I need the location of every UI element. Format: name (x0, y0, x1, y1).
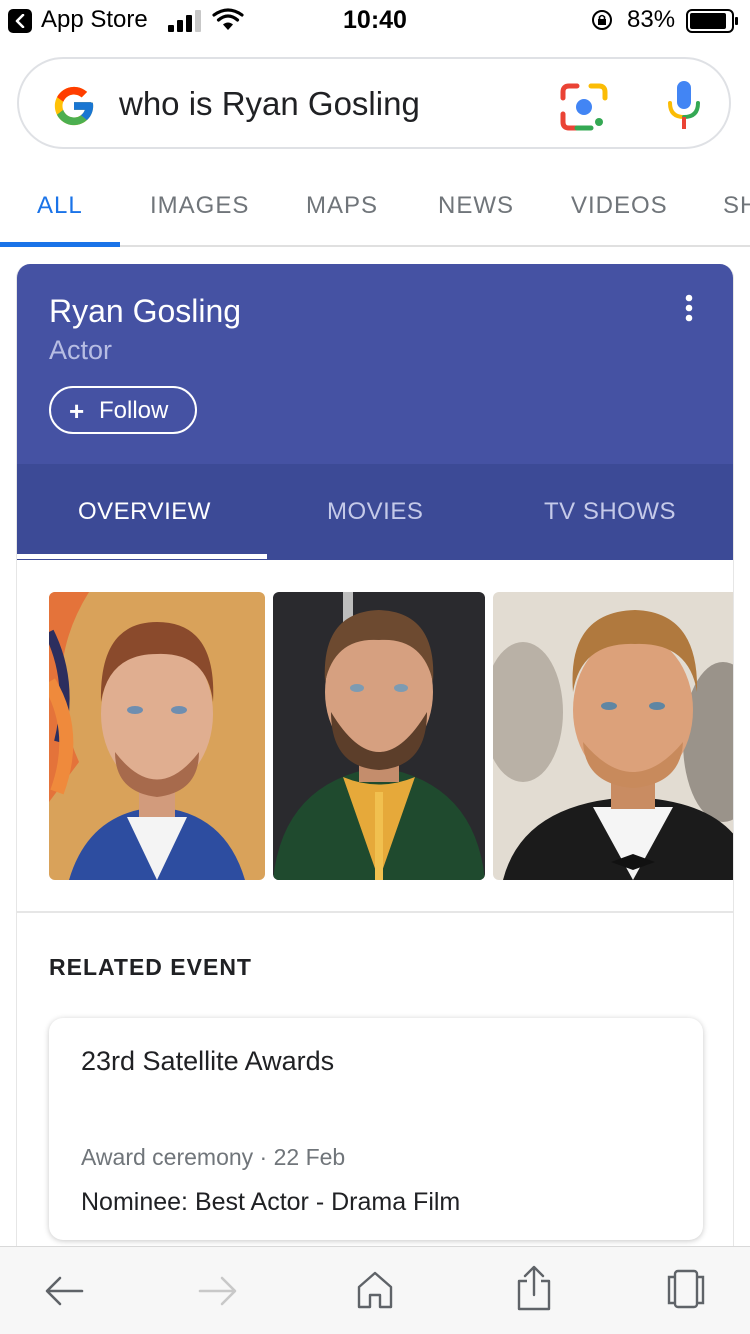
search-box[interactable]: who is Ryan Gosling (17, 57, 731, 149)
photo-thumbnail[interactable] (273, 592, 485, 880)
tab-maps[interactable]: MAPS (306, 192, 378, 220)
plus-icon: + (69, 396, 85, 426)
overview-tab-indicator (17, 554, 267, 559)
knowledge-panel-tabs: OVERVIEW MOVIES TV SHOWS (17, 464, 733, 560)
share-icon[interactable] (514, 1265, 554, 1311)
image-carousel[interactable] (17, 560, 733, 912)
tab-shopping[interactable]: SH (723, 192, 750, 220)
event-detail: Nominee: Best Actor - Drama Film (81, 1188, 461, 1216)
tab-movies[interactable]: MOVIES (327, 498, 423, 526)
entity-description: Actor (49, 335, 113, 365)
google-lens-icon[interactable] (559, 82, 609, 132)
battery-icon (686, 9, 738, 33)
event-meta: Award ceremony · 22 Feb (81, 1144, 346, 1170)
tabs-icon[interactable] (664, 1269, 708, 1309)
photo-thumbnail[interactable] (493, 592, 733, 880)
microphone-icon[interactable] (667, 79, 701, 133)
search-input[interactable]: who is Ryan Gosling (119, 85, 420, 123)
tab-videos[interactable]: VIDEOS (571, 192, 668, 220)
status-bar: App Store 10:40 83% (0, 0, 750, 44)
forward-arrow-icon (198, 1276, 237, 1306)
knowledge-panel-header: Ryan Gosling Actor + Follow (17, 264, 733, 464)
follow-label: Follow (99, 397, 169, 424)
tab-tv-shows[interactable]: TV SHOWS (544, 498, 676, 526)
event-card[interactable]: 23rd Satellite Awards Award ceremony · 2… (49, 1018, 703, 1240)
google-logo-icon[interactable] (51, 83, 97, 129)
section-divider (17, 911, 733, 913)
browser-toolbar (0, 1246, 750, 1334)
orientation-lock-icon (592, 10, 612, 30)
home-icon[interactable] (356, 1269, 394, 1311)
related-event-heading: RELATED EVENT (49, 954, 252, 980)
tab-all[interactable]: ALL (37, 192, 83, 220)
more-options-icon[interactable] (682, 294, 696, 324)
back-arrow-icon[interactable] (44, 1275, 84, 1307)
follow-button[interactable]: + Follow (49, 386, 197, 434)
photo-thumbnail[interactable] (49, 592, 265, 880)
event-title: 23rd Satellite Awards (81, 1046, 335, 1076)
knowledge-panel: Ryan Gosling Actor + Follow OVERVIEW MOV… (16, 264, 734, 1264)
tab-images[interactable]: IMAGES (150, 192, 249, 220)
tab-news[interactable]: NEWS (438, 192, 514, 220)
tab-overview[interactable]: OVERVIEW (78, 498, 211, 526)
active-tab-indicator (0, 242, 120, 247)
battery-percentage: 83% (627, 6, 676, 33)
entity-name: Ryan Gosling (49, 293, 242, 329)
search-tabs: ALL IMAGES MAPS NEWS VIDEOS SH (0, 168, 750, 248)
